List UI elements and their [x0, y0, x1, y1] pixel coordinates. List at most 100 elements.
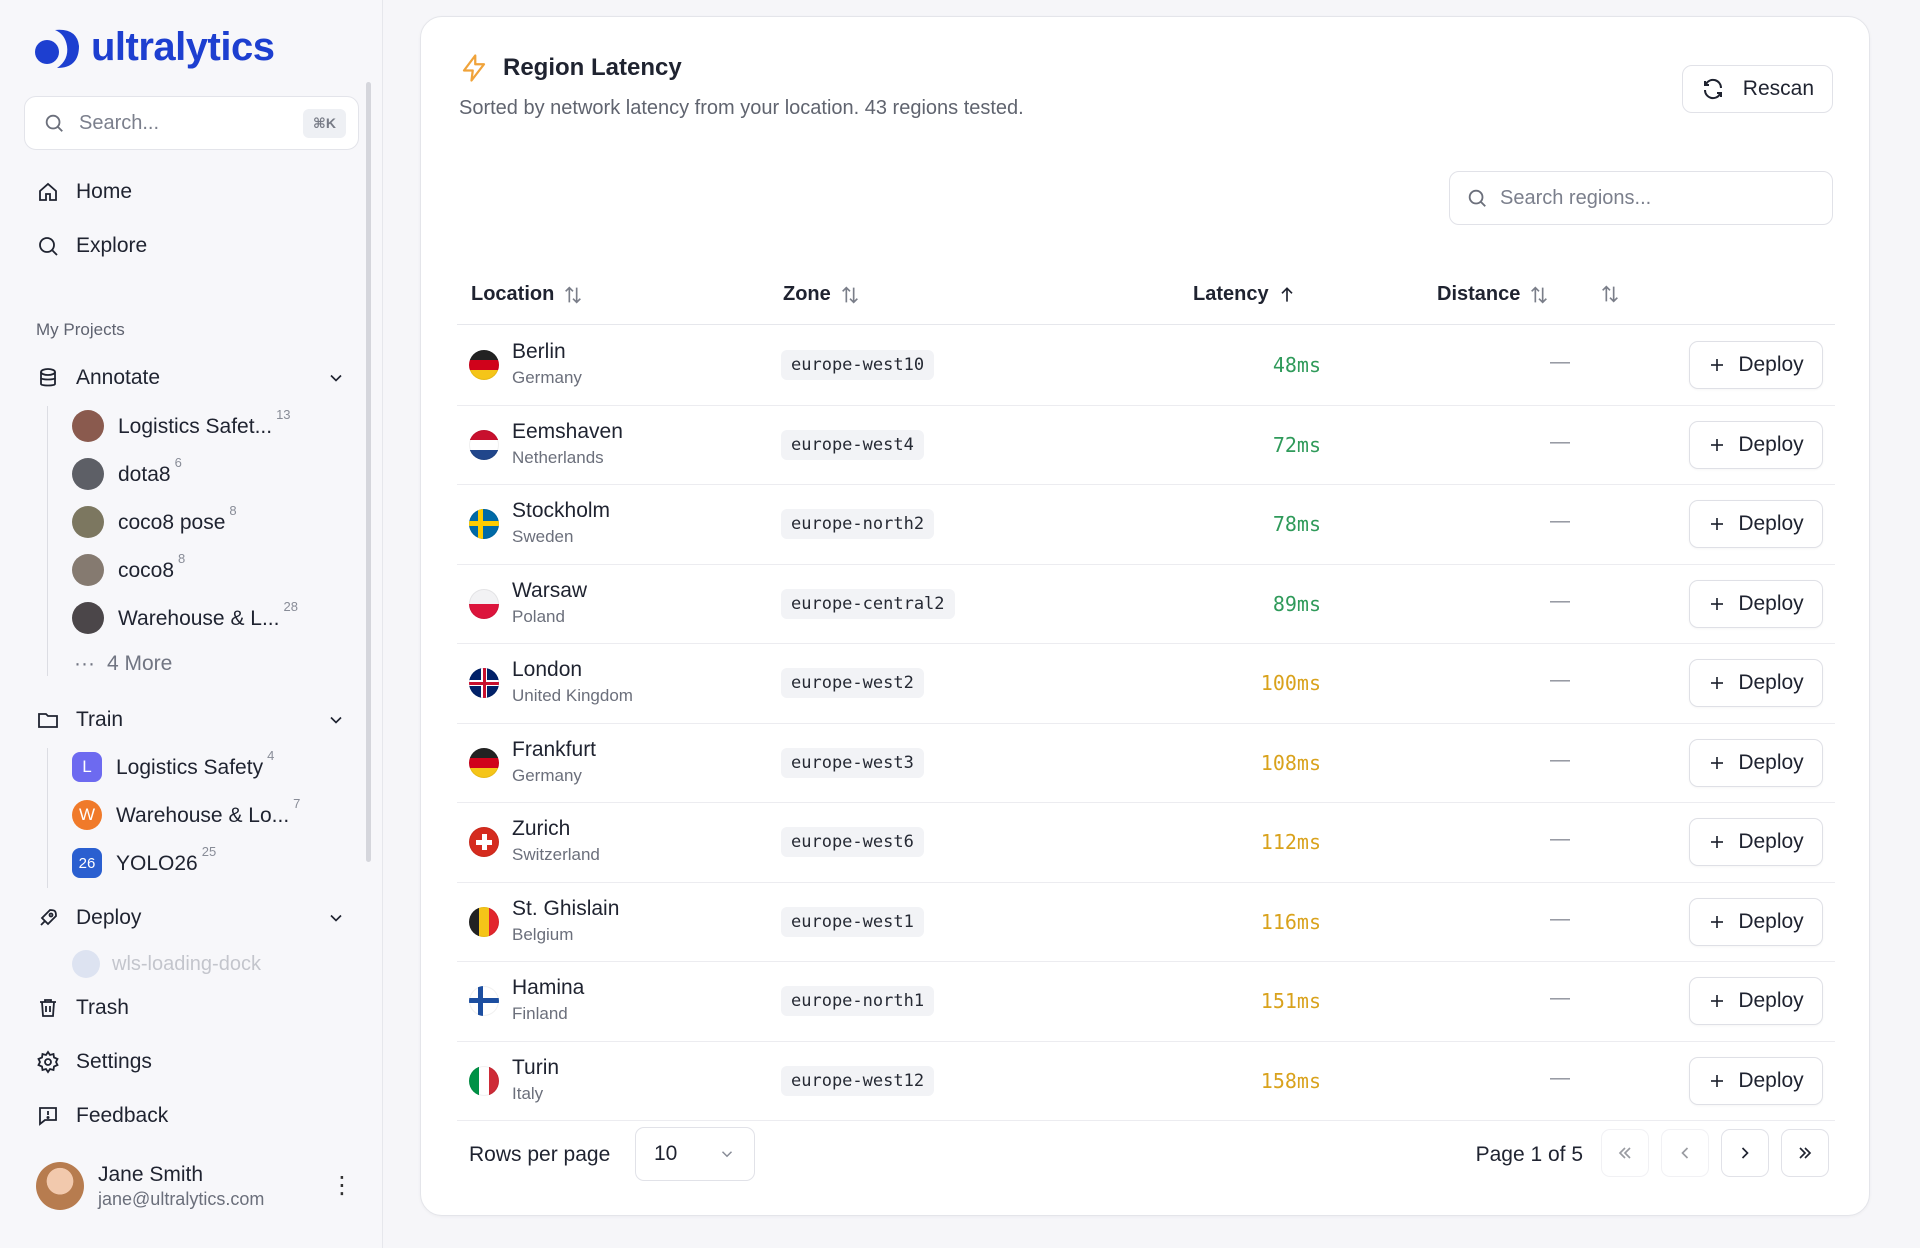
deploy-label: Deploy: [1738, 512, 1804, 535]
column-distance-label: Distance: [1437, 283, 1521, 305]
deploy-button[interactable]: Deploy: [1689, 977, 1823, 1025]
rows-per-page-select[interactable]: 10: [635, 1127, 755, 1181]
distance-value: —: [1550, 589, 1570, 612]
column-zone[interactable]: Zone: [783, 283, 861, 306]
location-city: Eemshaven: [512, 419, 623, 443]
page-subtitle: Sorted by network latency from your loca…: [459, 97, 1024, 119]
flag-nl-icon: [469, 429, 499, 460]
project-count: 25: [201, 844, 217, 859]
lightning-icon: [462, 54, 486, 82]
chevrons-left-icon: [1618, 1147, 1631, 1159]
annotate-group-toggle[interactable]: Annotate: [36, 366, 346, 390]
table-row[interactable]: Warsaw Poland europe-central2 89ms — Dep…: [457, 565, 1835, 644]
nav-trash[interactable]: Trash: [36, 996, 129, 1020]
table-row[interactable]: Frankfurt Germany europe-west3 108ms — D…: [457, 724, 1835, 803]
plus-icon: [1711, 359, 1724, 371]
previous-page-button[interactable]: [1661, 1129, 1709, 1177]
table-row[interactable]: Hamina Finland europe-north1 151ms — Dep…: [457, 962, 1835, 1042]
user-email: jane@ultralytics.com: [98, 1188, 265, 1209]
deploy-label: Deploy: [1738, 671, 1804, 694]
table-row[interactable]: Turin Italy europe-west12 158ms — Deploy: [457, 1042, 1835, 1121]
nav-settings[interactable]: Settings: [36, 1050, 152, 1074]
deploy-button[interactable]: Deploy: [1689, 738, 1823, 787]
nav-home-label: Home: [76, 180, 133, 203]
nav-home[interactable]: Home: [36, 180, 132, 204]
project-count: 4: [267, 748, 275, 763]
deploy-button[interactable]: Deploy: [1689, 420, 1823, 469]
deploy-button[interactable]: Deploy: [1689, 500, 1823, 548]
last-page-button[interactable]: [1781, 1129, 1829, 1177]
flag-se-icon: [469, 509, 499, 539]
location-country: Italy: [512, 1083, 544, 1103]
zone-code: europe-west3: [781, 747, 924, 778]
region-search-input[interactable]: Search regions...: [1449, 171, 1833, 225]
next-page-button[interactable]: [1721, 1129, 1769, 1177]
nav-explore[interactable]: Explore: [36, 234, 147, 258]
table-row[interactable]: London United Kingdom europe-west2 100ms…: [457, 644, 1835, 724]
deploy-button[interactable]: Deploy: [1689, 897, 1823, 946]
annotate-item-dota8[interactable]: dota86: [72, 455, 182, 490]
flag-de-icon: [469, 747, 499, 778]
sidebar-search-placeholder: Search...: [79, 111, 160, 134]
avatar: [36, 1162, 84, 1210]
more-vertical-icon[interactable]: ⋮: [330, 1174, 354, 1198]
location-country: Finland: [512, 1004, 568, 1023]
deploy-button[interactable]: Deploy: [1689, 659, 1823, 707]
sidebar-scrollbar[interactable]: [366, 82, 371, 862]
plus-icon: [1711, 915, 1724, 928]
table-row[interactable]: Berlin Germany europe-west10 48ms — Depl…: [457, 326, 1835, 406]
chevron-down-icon: [330, 914, 342, 922]
project-label: Logistics Safet...: [118, 415, 273, 438]
latency-value: 100ms: [1260, 671, 1321, 695]
latency-value: 78ms: [1272, 512, 1321, 536]
deploy-group-toggle[interactable]: Deploy: [36, 906, 346, 930]
sidebar-search[interactable]: Search... ⌘K: [24, 96, 359, 150]
chevron-right-icon: [1741, 1147, 1749, 1159]
table-row[interactable]: Stockholm Sweden europe-north2 78ms — De…: [457, 485, 1835, 565]
region-latency-card: Region Latency Sorted by network latency…: [420, 16, 1870, 1216]
location-country: Poland: [512, 606, 565, 626]
annotate-more-link[interactable]: ··· 4 More: [74, 652, 172, 676]
nav-feedback[interactable]: Feedback: [36, 1104, 168, 1128]
rescan-button[interactable]: Rescan: [1681, 65, 1833, 113]
deploy-label: Deploy: [1738, 353, 1804, 376]
project-count: 13: [276, 407, 291, 422]
deploy-button[interactable]: Deploy: [1689, 341, 1823, 389]
table-row[interactable]: Eemshaven Netherlands europe-west4 72ms …: [457, 406, 1835, 485]
deploy-button[interactable]: Deploy: [1689, 579, 1823, 628]
deploy-button[interactable]: Deploy: [1689, 1056, 1823, 1105]
column-latency-label: Latency: [1193, 283, 1269, 305]
flag-icon: [72, 950, 100, 978]
train-item-yolo26[interactable]: 26 YOLO2625: [72, 844, 216, 878]
latency-value: 72ms: [1272, 432, 1321, 457]
deploy-button[interactable]: Deploy: [1689, 818, 1823, 866]
deploy-item-partial[interactable]: wls-loading-dock: [72, 950, 261, 978]
project-label: dota8: [118, 463, 171, 486]
zone-code: europe-north2: [781, 509, 935, 539]
zone-code: europe-west6: [781, 827, 924, 857]
train-item-logistics[interactable]: L Logistics Safety4: [72, 748, 274, 782]
train-group-toggle[interactable]: Train: [36, 708, 346, 732]
user-profile[interactable]: Jane Smith jane@ultralytics.com ⋮: [36, 1162, 354, 1210]
annotate-item-logistics[interactable]: Logistics Safet...13: [72, 407, 291, 442]
brand-logo[interactable]: ultralytics: [33, 24, 275, 70]
train-item-warehouse[interactable]: W Warehouse & Lo...7: [72, 796, 300, 830]
column-distance[interactable]: Distance: [1437, 283, 1550, 306]
zone-code: europe-west4: [781, 429, 924, 460]
location-country: United Kingdom: [512, 686, 633, 705]
annotate-item-coco8[interactable]: coco88: [72, 551, 185, 586]
table-row[interactable]: Zurich Switzerland europe-west6 112ms — …: [457, 803, 1835, 883]
column-location[interactable]: Location: [471, 283, 584, 306]
column-latency[interactable]: Latency: [1193, 283, 1297, 306]
page-info: Page 1 of 5: [1475, 1143, 1583, 1166]
column-extra-sort[interactable]: [1599, 283, 1621, 305]
first-page-button[interactable]: [1601, 1129, 1649, 1177]
annotate-item-coco8-pose[interactable]: coco8 pose8: [72, 503, 237, 538]
project-label: coco8: [118, 559, 175, 582]
location-city: St. Ghislain: [512, 896, 620, 920]
plus-icon: [1711, 836, 1724, 848]
annotate-item-warehouse[interactable]: Warehouse & L...28: [72, 599, 298, 634]
table-row[interactable]: St. Ghislain Belgium europe-west1 116ms …: [457, 883, 1835, 962]
location-country: Belgium: [512, 924, 574, 944]
train-tree-line: [47, 748, 48, 888]
